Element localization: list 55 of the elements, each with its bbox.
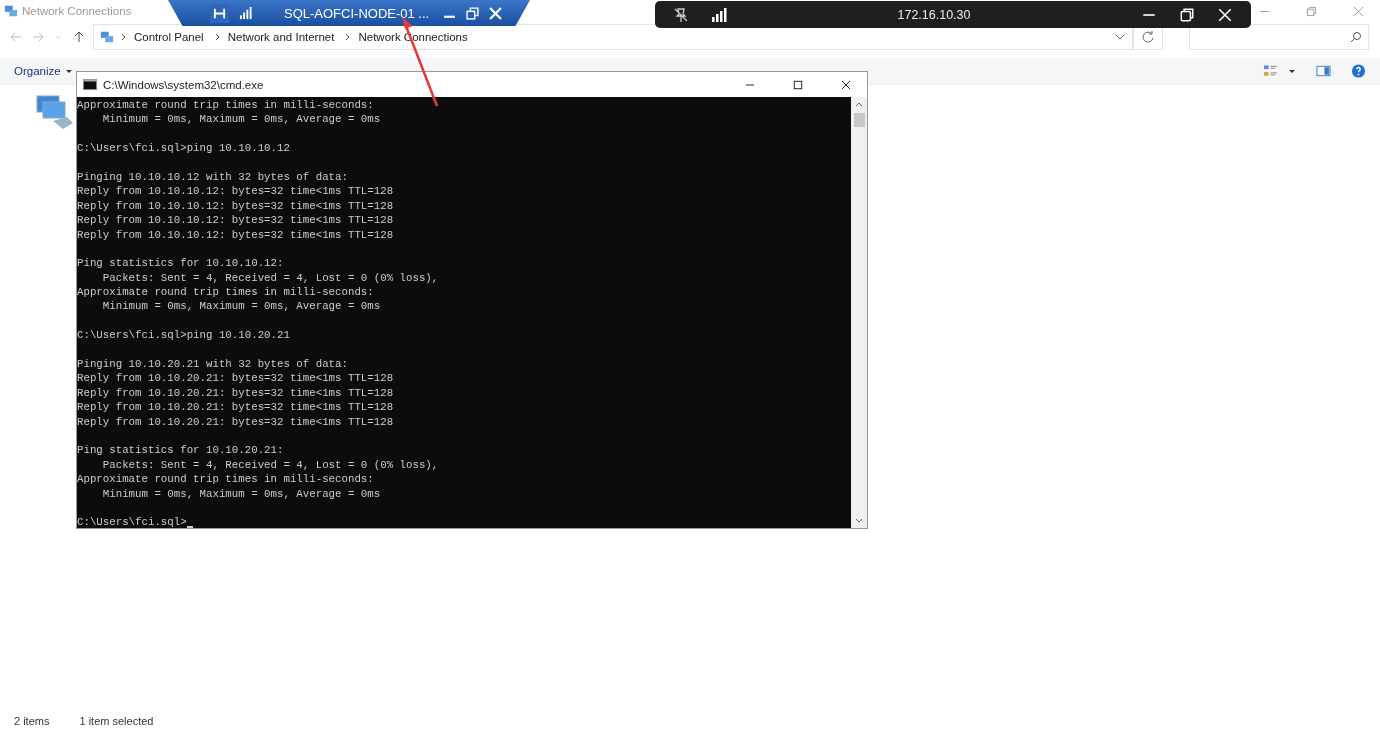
network-folder-icon — [100, 30, 114, 44]
window-title: Network Connections — [22, 5, 132, 17]
terminal-line: Approximate round trip times in milli-seconds: — [77, 285, 374, 300]
scrollbar[interactable] — [851, 97, 867, 528]
terminal-line: Approximate round trip times in milli-seconds: — [77, 472, 374, 487]
terminal-line: Ping statistics for 10.10.10.12: — [77, 256, 284, 271]
terminal-line: Approximate round trip times in milli-seconds: — [77, 98, 374, 113]
unpin-icon[interactable] — [673, 6, 689, 23]
chevron-right-icon — [213, 33, 222, 41]
maximize-icon[interactable] — [793, 79, 803, 90]
search-icon — [1350, 31, 1362, 43]
terminal-line: Minimum = 0ms, Maximum = 0ms, Average = 0ms — [101, 486, 381, 501]
scrollbar-thumb[interactable] — [853, 113, 865, 127]
signal-bars-icon — [239, 6, 252, 20]
caret-icon[interactable] — [64, 67, 73, 75]
terminal-line: Reply from 10.10.20.21: bytes=32 time<1ms TTL=128 — [77, 385, 394, 401]
signal-bars-icon — [711, 6, 727, 23]
terminal-line: Pinging 10.10.10.12 with 32 bytes of data: — [77, 169, 348, 185]
caret-icon[interactable] — [1288, 67, 1296, 75]
terminal-line: C:\Users\fci.sql>ping 10.10.10.12 — [77, 141, 290, 156]
connection-title: SQL-AOFCI-NODE-01 ... — [284, 5, 430, 21]
terminal-line: Reply from 10.10.10.12: bytes=32 time<1ms TTL=128 — [77, 184, 394, 199]
window-title: C:\Windows\system32\cmd.exe — [103, 78, 264, 91]
status-text: 2 items — [14, 715, 50, 727]
up-arrow-icon[interactable] — [73, 31, 85, 43]
close-icon[interactable] — [1217, 6, 1233, 23]
terminal-line: Reply from 10.10.20.21: bytes=32 time<1ms TTL=128 — [77, 414, 394, 429]
terminal-line: Reply from 10.10.10.12: bytes=32 time<1ms TTL=128 — [77, 213, 394, 228]
terminal-line: C:\Users\fci.sql> — [77, 515, 187, 528]
console-icon — [83, 79, 97, 90]
terminal-line: C:\Users\fci.sql>ping 10.10.20.21 — [77, 328, 290, 343]
status-text: 1 item selected — [79, 715, 154, 727]
close-icon[interactable] — [841, 79, 851, 90]
terminal-line: Reply from 10.10.10.12: bytes=32 time<1ms TTL=128 — [77, 198, 394, 214]
terminal-line: Packets: Sent = 4, Received = 4, Lost = 0 (0% loss), — [101, 270, 439, 286]
chevron-right-icon — [120, 33, 128, 41]
terminal-line: Packets: Sent = 4, Received = 4, Lost = 0 (0% loss), — [101, 457, 439, 473]
terminal-line: Minimum = 0ms, Maximum = 0ms, Average = 0ms — [101, 112, 381, 127]
network-folder-icon — [4, 4, 18, 18]
breadcrumb[interactable]: Network and Internet — [227, 31, 335, 43]
terminal-line: Pinging 10.10.20.21 with 32 bytes of data: — [77, 357, 348, 372]
terminal-line: Minimum = 0ms, Maximum = 0ms, Average = 0ms — [101, 299, 381, 314]
view-options-icon[interactable] — [1263, 64, 1278, 78]
terminal-line: Ping statistics for 10.10.20.21: — [77, 443, 284, 458]
terminal-line: Reply from 10.10.20.21: bytes=32 time<1ms TTL=128 — [77, 371, 394, 386]
organize-menu[interactable]: Organize — [14, 65, 61, 77]
connection-title: 172.16.10.30 — [897, 7, 971, 22]
refresh-icon — [1141, 30, 1155, 44]
restore-icon[interactable] — [1179, 6, 1195, 23]
help-icon[interactable] — [1351, 64, 1366, 78]
restore-icon[interactable] — [466, 6, 480, 20]
breadcrumb[interactable]: Control Panel — [134, 31, 204, 43]
terminal-line: Reply from 10.10.20.21: bytes=32 time<1ms TTL=128 — [77, 400, 394, 415]
terminal-line: Reply from 10.10.10.12: bytes=32 time<1ms TTL=128 — [77, 227, 394, 242]
preview-pane-icon[interactable] — [1316, 64, 1331, 78]
